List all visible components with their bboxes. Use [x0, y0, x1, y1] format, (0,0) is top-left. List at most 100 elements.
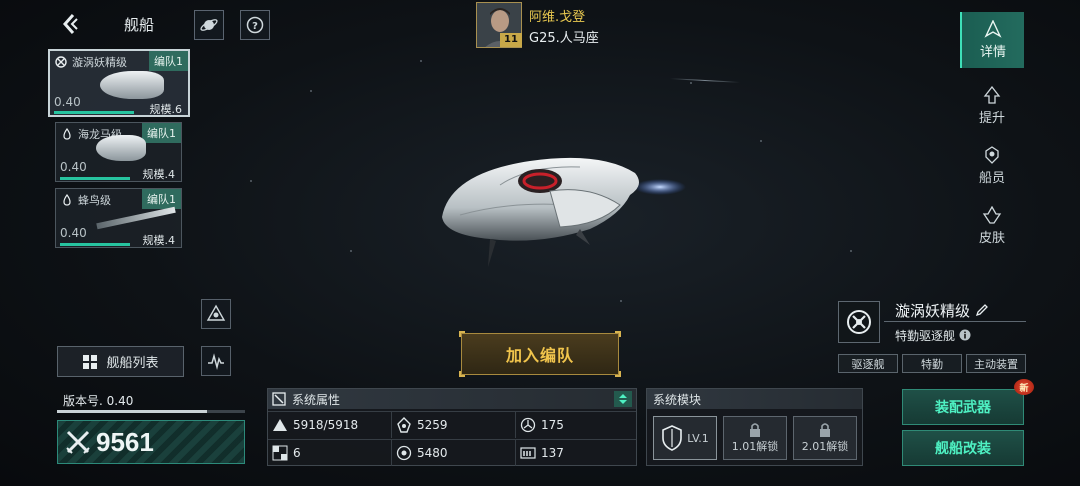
attr-energy: 175 [516, 411, 636, 438]
nav-upgrade-label: 提升 [978, 111, 1005, 126]
target-icon [54, 55, 68, 69]
nav-crew-label: 船员 [978, 171, 1005, 186]
nav-crew[interactable]: 船员 [960, 138, 1024, 194]
ship-thumbnail [96, 206, 176, 230]
nav-skin-label: 皮肤 [978, 231, 1005, 246]
fleet-card-team: 编队1 [142, 189, 181, 209]
attributes-title: 系统属性 [292, 392, 341, 407]
stats-button[interactable] [201, 346, 231, 376]
attr-count: 6 [268, 439, 392, 466]
back-button[interactable] [58, 12, 82, 36]
ship-modify-button[interactable]: 舰船改装 [902, 430, 1024, 466]
version-box: 版本号. 0.40 9561 [57, 388, 245, 466]
hull-icon [273, 419, 287, 431]
back-arrow-icon [62, 14, 78, 34]
nav-skin[interactable]: 皮肤 [960, 198, 1024, 254]
module-slot-3-label: 2.01解锁 [801, 440, 849, 453]
upgrade-icon [983, 86, 1001, 104]
ship-thumbnail [96, 135, 146, 161]
question-icon: ? [246, 16, 264, 34]
attr-energy-value: 175 [541, 418, 564, 432]
fleet-card-bar [60, 177, 130, 180]
help-button[interactable]: ? [240, 10, 270, 40]
fleet-card-bar [54, 111, 134, 114]
tag-destroyer: 驱逐舰 [838, 354, 898, 373]
module-slot-1[interactable]: LV.1 [653, 416, 717, 460]
fleet-card-1[interactable]: 漩涡妖精级 编队1 0.40 规模.6 [48, 49, 190, 117]
ship-type: 特勤驱逐舰 [895, 327, 971, 344]
module-slot-3[interactable]: 2.01解锁 [793, 416, 857, 460]
commander-sector: G25.人马座 [529, 31, 599, 46]
tag-active-device: 主动装置 [966, 354, 1026, 373]
flame-icon [60, 127, 74, 141]
formation-icon [206, 304, 226, 321]
fleet-card-value: 0.40 [54, 95, 81, 109]
info-icon[interactable] [959, 329, 971, 341]
attr-armor: 5259 [392, 411, 516, 438]
fleet-card-scale: 规模.4 [142, 234, 176, 247]
planet-button[interactable] [194, 10, 224, 40]
armor-icon [397, 417, 411, 433]
attr-armor-value: 5259 [417, 418, 448, 432]
fleet-card-value: 0.40 [60, 160, 87, 174]
power-box: 9561 [57, 420, 245, 464]
module-slot-2-label: 1.01解锁 [731, 440, 779, 453]
modules-panel: 系统模块 LV.1 1.01解锁 2.01解锁 [646, 388, 863, 466]
attr-count-value: 6 [293, 446, 301, 460]
fleet-card-2[interactable]: 海龙马级 编队1 0.40 规模.4 [55, 122, 182, 182]
attr-hp: 5918/5918 [268, 411, 392, 438]
ship-model[interactable] [430, 145, 690, 275]
equip-weapon-button[interactable]: 装配武器 [902, 389, 1024, 425]
page-title: 舰船 [124, 16, 155, 34]
divider [884, 321, 1026, 322]
tag-special: 特勤 [902, 354, 962, 373]
nav-details[interactable]: 详情 [960, 12, 1024, 68]
fleet-card-3[interactable]: 蜂鸟级 编队1 0.40 规模.4 [55, 188, 182, 248]
energy-icon [520, 417, 536, 433]
flame-icon [60, 193, 74, 207]
svg-text:?: ? [252, 21, 258, 32]
fleet-card-name: 漩涡妖精级 [72, 56, 127, 69]
destroyer-class-icon [847, 310, 871, 334]
checker-icon [272, 445, 288, 461]
attr-shield-value: 5480 [417, 446, 448, 460]
ship-thumbnail [100, 71, 164, 99]
ship-list-button[interactable]: 舰船列表 [57, 346, 184, 377]
fleet-card-team: 编队1 [142, 123, 181, 143]
fleet-card-value: 0.40 [60, 226, 87, 240]
attributes-panel: 系统属性 5918/5918 5259 175 6 5480 137 [267, 388, 637, 466]
lock-icon [820, 423, 830, 437]
fleet-card-scale: 规模.6 [149, 103, 183, 116]
edit-icon[interactable] [975, 303, 989, 317]
ship-type-text: 特勤驱逐舰 [895, 329, 956, 343]
grid-icon [83, 354, 98, 369]
crew-icon [985, 146, 999, 164]
version-label: 版本号. 0.40 [63, 394, 134, 408]
ship-icon [984, 20, 1002, 38]
target-icon [396, 445, 412, 461]
commander-name: 阿维.戈登 [529, 10, 586, 25]
ship-name: 漩涡妖精级 [895, 300, 989, 321]
join-fleet-button[interactable]: 加入编队 [461, 333, 619, 375]
attr-hp-value: 5918/5918 [293, 418, 359, 432]
formation-button[interactable] [201, 299, 231, 329]
attr-speed: 137 [516, 439, 636, 466]
module-slot-1-level: LV.1 [687, 431, 709, 445]
expand-toggle[interactable] [614, 391, 632, 407]
attributes-icon [272, 392, 286, 406]
version-progress-bar [57, 410, 208, 413]
module-slot-2[interactable]: 1.01解锁 [723, 416, 787, 460]
fleet-card-scale: 规模.4 [142, 168, 176, 181]
ship-list-label: 舰船列表 [106, 356, 159, 371]
ship-name-text: 漩涡妖精级 [895, 302, 971, 320]
attributes-header: 系统属性 [268, 389, 636, 409]
up-down-icon [619, 394, 627, 404]
nav-details-label: 详情 [979, 45, 1006, 60]
speed-icon [520, 447, 536, 459]
modules-header: 系统模块 [647, 389, 862, 409]
nav-upgrade[interactable]: 提升 [960, 78, 1024, 134]
attr-speed-value: 137 [541, 446, 564, 460]
planet-icon [200, 19, 218, 31]
commander-level-badge: 11 [500, 33, 522, 47]
new-badge: 新 [1014, 379, 1034, 395]
